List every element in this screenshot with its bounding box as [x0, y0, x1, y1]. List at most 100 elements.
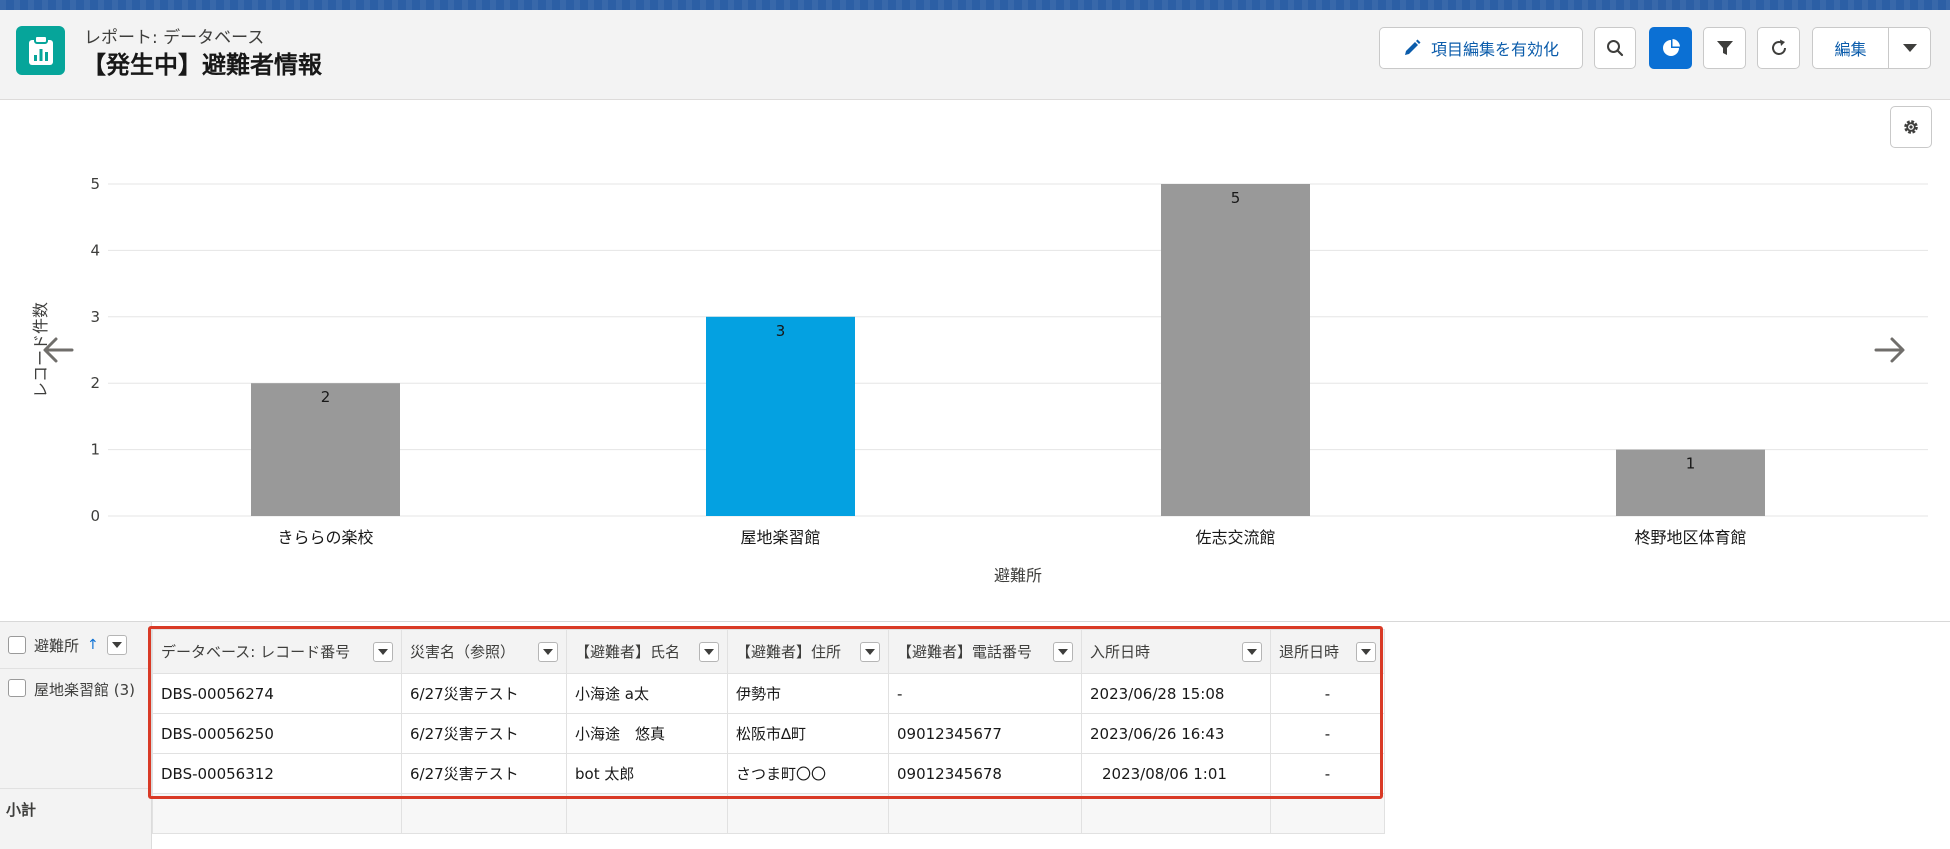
chevron-down-icon[interactable]	[538, 641, 558, 662]
report-icon	[16, 26, 65, 75]
column-header-record-number[interactable]: データベース: レコード番号	[152, 629, 402, 674]
bar-value-label: 5	[1231, 189, 1241, 207]
group-column: 避難所 ↑ 屋地楽習館 (3) 小計	[0, 622, 152, 849]
x-tick-label: 佐志交流館	[1195, 528, 1275, 547]
y-tick-label: 4	[90, 241, 100, 259]
y-tick-label: 3	[90, 308, 100, 326]
filter-button[interactable]	[1703, 27, 1746, 69]
column-header-phone[interactable]: 【避難者】電話番号	[888, 629, 1082, 674]
bar-value-label: 2	[321, 388, 331, 406]
column-header-disaster-name[interactable]: 災害名（参照）	[401, 629, 567, 674]
bar-value-label: 3	[776, 322, 786, 340]
record-number-link[interactable]: DBS-00056312	[152, 753, 402, 794]
enable-inline-edit-label: 項目編集を有効化	[1430, 40, 1559, 59]
chevron-down-icon[interactable]	[699, 641, 719, 662]
column-header-label: 退所日時	[1279, 643, 1340, 661]
chevron-down-icon[interactable]	[1242, 641, 1262, 662]
group-label: 屋地楽習館 (3)	[34, 681, 136, 699]
report-table: データベース: レコード番号 災害名（参照） 【避難者】氏名 【避難者】住所 【…	[152, 629, 1385, 834]
table-header-row: データベース: レコード番号 災害名（参照） 【避難者】氏名 【避難者】住所 【…	[152, 629, 1385, 674]
table-row: DBS-00056250 6/27災害テスト 小海途 悠真 松阪市∆町 0901…	[152, 713, 1385, 754]
y-tick-label: 0	[90, 507, 100, 525]
cell-phone: 09012345677	[888, 713, 1082, 754]
subtotal-cell	[1270, 793, 1385, 834]
bar-value-label: 1	[1686, 455, 1696, 473]
cell-disaster-name: 6/27災害テスト	[401, 673, 567, 714]
record-number-link[interactable]: DBS-00056250	[152, 713, 402, 754]
chart-icon	[1661, 38, 1681, 58]
edit-button[interactable]: 編集	[1813, 28, 1889, 68]
record-number-link[interactable]: DBS-00056274	[152, 673, 402, 714]
column-header-label: 【避難者】住所	[736, 643, 842, 661]
refresh-button[interactable]	[1757, 27, 1800, 69]
refresh-icon	[1769, 38, 1789, 58]
toggle-chart-button[interactable]	[1649, 27, 1692, 69]
column-header-evacuee-name[interactable]: 【避難者】氏名	[566, 629, 728, 674]
chart-next-button[interactable]	[1872, 332, 1908, 368]
y-tick-label: 2	[90, 374, 100, 392]
subtotal-cell	[566, 793, 728, 834]
column-header-label: 【避難者】氏名	[575, 643, 681, 661]
cell-evacuee-name: 小海途 a太	[566, 673, 728, 714]
edit-menu-button[interactable]	[1889, 28, 1930, 68]
edit-button-group: 編集	[1812, 27, 1931, 69]
chart-area: 012345 2351 きららの楽校 屋地楽習館 佐志交流館 柊野地区体育館 レコード…	[0, 100, 1950, 620]
column-header-check-out[interactable]: 退所日時	[1270, 629, 1385, 674]
sort-ascending-icon[interactable]: ↑	[87, 637, 99, 653]
cell-check-in: 2023/06/28 15:08	[1081, 673, 1271, 714]
top-strip	[0, 0, 1950, 10]
cell-phone: 09012345678	[888, 753, 1082, 794]
bar[interactable]	[1161, 184, 1310, 516]
column-header-label: 災害名（参照）	[410, 643, 516, 661]
column-header-label: 入所日時	[1090, 643, 1151, 661]
x-axis-label: 避難所	[994, 566, 1042, 585]
search-icon	[1606, 39, 1624, 57]
chevron-down-icon[interactable]	[860, 641, 880, 662]
subtotal-row	[152, 793, 1385, 834]
group-checkbox[interactable]	[8, 679, 26, 697]
y-tick-label: 1	[90, 441, 100, 459]
group-row: 屋地楽習館 (3)	[0, 669, 151, 789]
bar-chart: 012345 2351 きららの楽校 屋地楽習館 佐志交流館 柊野地区体育館 レコード…	[31, 175, 1928, 585]
search-button[interactable]	[1594, 27, 1636, 69]
cell-address: 松阪市∆町	[727, 713, 889, 754]
subtotal-cell	[401, 793, 567, 834]
table-row: DBS-00056274 6/27災害テスト 小海途 a太 伊勢市 - 2023…	[152, 673, 1385, 714]
group-header-label: 避難所	[34, 636, 80, 655]
chevron-down-icon[interactable]	[1356, 641, 1376, 662]
cell-disaster-name: 6/27災害テスト	[401, 753, 567, 794]
select-all-checkbox[interactable]	[8, 636, 26, 654]
cell-evacuee-name: 小海途 悠真	[566, 713, 728, 754]
x-tick-label: 屋地楽習館	[740, 528, 820, 547]
cell-disaster-name: 6/27災害テスト	[401, 713, 567, 754]
filter-icon	[1716, 39, 1734, 57]
subtotal-label: 小計	[6, 800, 37, 819]
chart-prev-button[interactable]	[40, 332, 76, 368]
enable-inline-edit-button[interactable]: 項目編集を有効化	[1379, 27, 1583, 69]
edit-button-label: 編集	[1834, 40, 1867, 59]
y-tick-label: 5	[90, 175, 100, 193]
column-header-label: 【避難者】電話番号	[897, 643, 1033, 661]
chevron-down-icon[interactable]	[373, 641, 393, 662]
column-header-check-in[interactable]: 入所日時	[1081, 629, 1271, 674]
x-tick-label: 柊野地区体育館	[1634, 528, 1746, 547]
cell-check-out: -	[1270, 713, 1385, 754]
bar[interactable]	[706, 316, 855, 516]
table-row: DBS-00056312 6/27災害テスト bot 太郎 さつま町〇〇 090…	[152, 753, 1385, 794]
subtotal-cell	[152, 793, 402, 834]
cell-address: 伊勢市	[727, 673, 889, 714]
column-header-address[interactable]: 【避難者】住所	[727, 629, 889, 674]
cell-evacuee-name: bot 太郎	[566, 753, 728, 794]
page-title: 【発生中】避難者情報	[82, 51, 322, 79]
cell-address: さつま町〇〇	[727, 753, 889, 794]
cell-check-out: -	[1270, 673, 1385, 714]
subtotal-cell	[888, 793, 1082, 834]
pencil-icon	[1403, 39, 1421, 57]
chevron-down-icon[interactable]	[1053, 641, 1073, 662]
group-column-menu-icon[interactable]	[106, 635, 127, 655]
cell-check-out: -	[1270, 753, 1385, 794]
cell-check-in: 2023/06/26 16:43	[1081, 713, 1271, 754]
arrow-left-icon	[42, 336, 74, 364]
group-header: 避難所 ↑	[0, 622, 151, 669]
cell-phone: -	[888, 673, 1082, 714]
